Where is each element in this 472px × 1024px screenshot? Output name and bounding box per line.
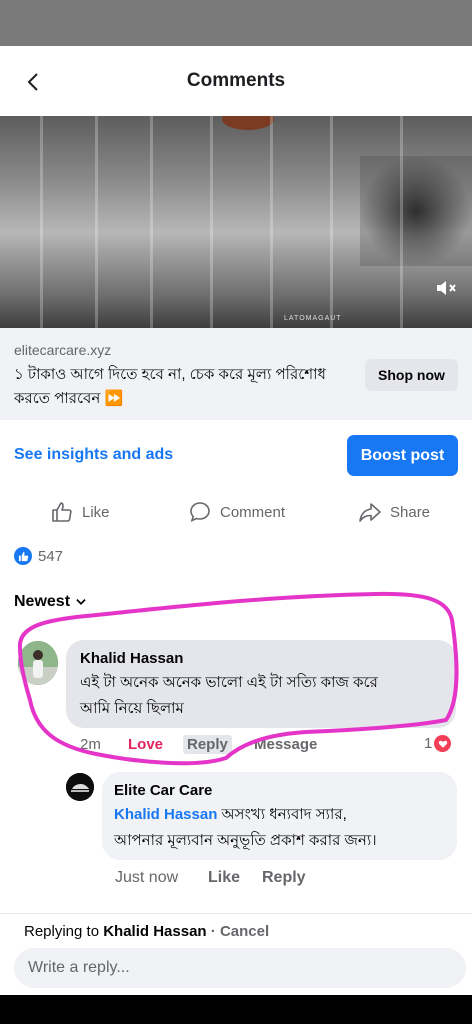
- replying-to-name: Khalid Hassan: [103, 923, 207, 940]
- reply-text-line: অসংখ্য ধন্যবাদ স্যার,: [217, 806, 347, 823]
- see-insights-link[interactable]: See insights and ads: [14, 446, 173, 464]
- reply-text-line: আপনার মূল্যবান অনুভূতি প্রকাশ করার জন্য।: [114, 832, 377, 849]
- mute-icon[interactable]: [434, 276, 458, 300]
- highlight-annotation: [17, 591, 459, 766]
- reply-like-button[interactable]: Like: [208, 869, 240, 887]
- header: Comments: [0, 46, 472, 116]
- video-frame-detail: [222, 116, 274, 130]
- video-player[interactable]: LATOMAGAUT: [0, 116, 472, 328]
- separator: ·: [210, 923, 216, 940]
- replying-to-bar: Replying to Khalid Hassan · Cancel: [24, 923, 269, 940]
- video-watermark: LATOMAGAUT: [284, 315, 342, 322]
- reply-composer: Replying to Khalid Hassan · Cancel: [0, 913, 472, 996]
- cancel-reply-button[interactable]: Cancel: [220, 923, 269, 940]
- like-reaction-icon: [14, 547, 32, 565]
- video-frame-shadow: [360, 156, 472, 266]
- like-label: Like: [82, 503, 110, 521]
- ad-domain[interactable]: elitecarcare.xyz: [14, 342, 111, 358]
- ad-text: ১ টাকাও আগে দিতে হবে না, চেক করে মূল্য প…: [14, 366, 326, 407]
- comment-button[interactable]: Comment: [188, 498, 285, 526]
- comment-label: Comment: [220, 503, 286, 521]
- page-avatar[interactable]: [66, 773, 94, 801]
- reply-author[interactable]: Elite Car Care: [114, 782, 212, 799]
- status-bar: [0, 0, 472, 46]
- share-button[interactable]: Share: [358, 498, 430, 526]
- reply-input[interactable]: [14, 948, 466, 988]
- reply-bubble: Elite Car Care Khalid Hassan অসংখ্য ধন্য…: [102, 772, 457, 860]
- like-button[interactable]: Like: [50, 498, 110, 526]
- navigation-bar: [0, 995, 472, 1024]
- share-label: Share: [390, 503, 431, 521]
- replying-prefix: Replying to: [24, 923, 100, 940]
- reaction-summary[interactable]: 547: [14, 547, 63, 565]
- comment-bubble-icon: [190, 502, 210, 522]
- share-arrow-icon: [359, 503, 381, 522]
- reply-reply-button[interactable]: Reply: [262, 869, 306, 887]
- reaction-count: 547: [38, 547, 64, 565]
- thumbs-up-icon: [52, 502, 72, 522]
- page-title: Comments: [186, 70, 286, 91]
- boost-post-button[interactable]: Boost post: [347, 435, 458, 476]
- mention-link[interactable]: Khalid Hassan: [114, 806, 217, 823]
- reply-time: Just now: [115, 869, 179, 886]
- shop-now-button[interactable]: Shop now: [365, 359, 458, 391]
- ad-banner: elitecarcare.xyz ১ টাকাও আগে দিতে হবে না…: [0, 328, 472, 420]
